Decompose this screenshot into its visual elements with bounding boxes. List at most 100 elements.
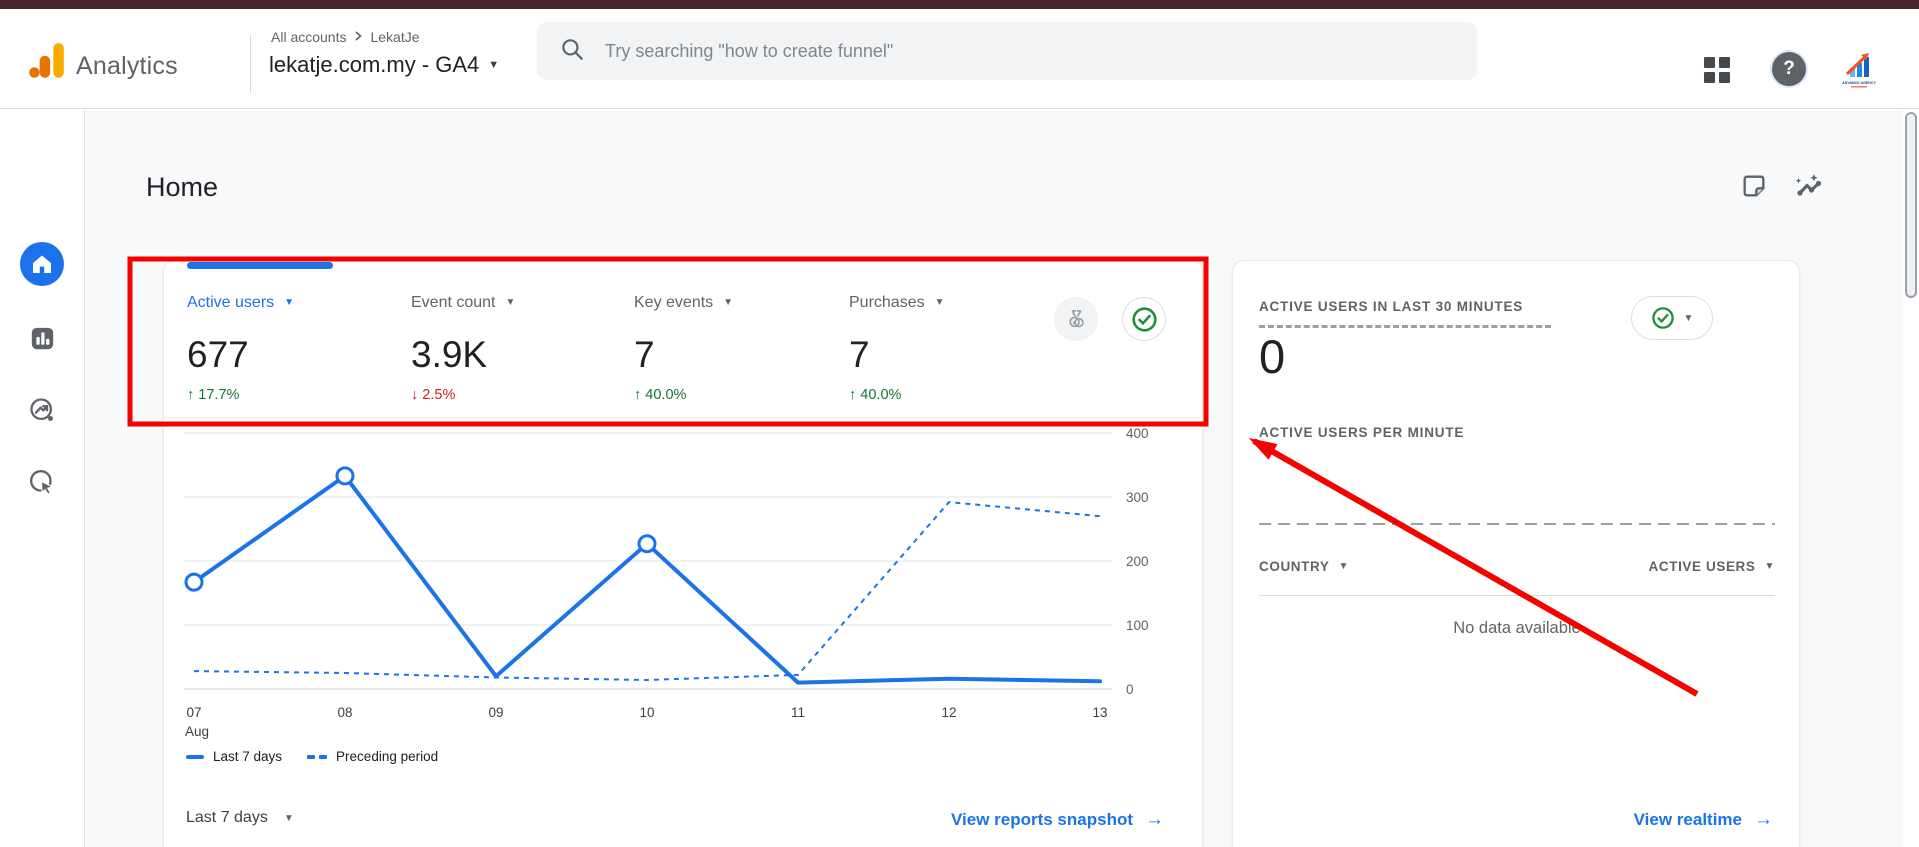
search-bar[interactable] <box>537 22 1477 80</box>
benchmark-medal-button[interactable] <box>1054 297 1098 341</box>
check-circle-icon <box>1131 306 1158 333</box>
chevron-right-icon <box>353 29 363 45</box>
realtime-empty-sparkline <box>1259 523 1775 525</box>
insights-button[interactable] <box>1792 172 1828 207</box>
sidebar-item-reports[interactable] <box>20 316 64 360</box>
property-name: lekatje.com.my - GA4 <box>269 52 479 78</box>
avatar[interactable]: ADVANCE AGENCY <box>1837 47 1881 91</box>
chevron-down-icon: ▼ <box>506 293 516 313</box>
svg-text:300: 300 <box>1126 490 1149 505</box>
breadcrumb-account[interactable]: LekatJe <box>370 29 419 45</box>
metric-label: Active users <box>187 293 274 313</box>
sidebar-item-advertising[interactable] <box>20 460 64 504</box>
chevron-down-icon: ▼ <box>488 59 499 71</box>
svg-text:100: 100 <box>1126 618 1149 633</box>
svg-text:11: 11 <box>791 705 805 720</box>
metric-value: 7 <box>634 333 733 377</box>
svg-text:10: 10 <box>639 705 654 720</box>
feedback-note-button[interactable] <box>1740 172 1768 205</box>
insights-sparkline-icon <box>1792 172 1828 202</box>
metrics-divider <box>164 417 1204 418</box>
svg-text:12: 12 <box>941 705 956 720</box>
scrollbar-thumb[interactable] <box>1905 112 1917 298</box>
realtime-title-underline <box>1259 325 1551 328</box>
arrow-up-icon: ↑ <box>849 387 856 403</box>
chevron-down-icon: ▼ <box>1765 561 1776 572</box>
svg-text:0: 0 <box>1126 682 1134 697</box>
metric-tab-key-events[interactable]: Key events ▼ 7 ↑ 40.0% <box>634 293 733 403</box>
medal-icon <box>1065 308 1088 331</box>
advertising-icon <box>28 468 56 496</box>
explore-icon <box>28 396 56 424</box>
selected-tab-indicator <box>187 262 333 269</box>
browser-top-strip <box>0 0 1919 9</box>
property-selector[interactable]: lekatje.com.my - GA4 ▼ <box>269 52 499 78</box>
metric-value: 7 <box>849 333 945 377</box>
sidebar-item-explore[interactable] <box>20 388 64 432</box>
realtime-table-header: COUNTRY ▼ ACTIVE USERS ▼ <box>1259 559 1775 574</box>
note-icon <box>1740 172 1768 200</box>
active-users-trend-chart: 010020030040007080910111213Aug <box>164 421 1204 751</box>
metric-delta: ↑ 17.7% <box>187 387 294 403</box>
sidebar-item-home[interactable] <box>20 242 64 286</box>
realtime-per-minute-label: ACTIVE USERS PER MINUTE <box>1259 425 1464 440</box>
search-input[interactable] <box>605 41 1405 62</box>
svg-text:09: 09 <box>488 705 503 720</box>
column-header-active-users[interactable]: ACTIVE USERS ▼ <box>1649 559 1775 574</box>
legend-label: Last 7 days <box>213 749 282 764</box>
svg-text:13: 13 <box>1092 705 1107 720</box>
chevron-down-icon: ▼ <box>284 293 294 313</box>
arrow-right-icon: → <box>1754 809 1773 831</box>
svg-text:Aug: Aug <box>185 724 209 739</box>
data-quality-button[interactable] <box>1122 297 1166 341</box>
realtime-active-users-value: 0 <box>1259 329 1285 384</box>
realtime-title: ACTIVE USERS IN LAST 30 MINUTES <box>1259 299 1523 314</box>
svg-text:07: 07 <box>186 705 201 720</box>
link-label: View realtime <box>1634 810 1742 830</box>
view-reports-snapshot-link[interactable]: View reports snapshot → <box>951 809 1164 831</box>
breadcrumb: All accounts LekatJe <box>271 29 420 45</box>
date-range-dropdown[interactable]: Last 7 days ▼ <box>186 809 294 827</box>
arrow-up-icon: ↑ <box>187 387 194 403</box>
avatar-logo-text: ADVANCE AGENCY <box>1842 81 1876 85</box>
header-divider <box>250 35 251 93</box>
legend-label: Preceding period <box>336 749 438 764</box>
legend-dashed-line-swatch <box>307 755 327 759</box>
chevron-down-icon: ▼ <box>723 293 733 313</box>
metric-label: Key events <box>634 293 713 313</box>
arrow-right-icon: → <box>1145 809 1164 831</box>
chevron-down-icon: ▼ <box>1338 561 1349 572</box>
analytics-logo-icon <box>26 40 68 87</box>
metric-value: 3.9K <box>411 333 515 377</box>
legend-solid-line-swatch <box>186 755 204 759</box>
realtime-card: ACTIVE USERS IN LAST 30 MINUTES ▼ 0 ACTI… <box>1232 260 1800 847</box>
metric-delta: ↓ 2.5% <box>411 387 515 403</box>
view-realtime-link[interactable]: View realtime → <box>1634 809 1773 831</box>
column-header-country[interactable]: COUNTRY ▼ <box>1259 559 1349 574</box>
realtime-status-dropdown[interactable]: ▼ <box>1631 296 1713 340</box>
brand-name: Analytics <box>76 52 178 81</box>
metric-label: Event count <box>411 293 496 313</box>
search-icon <box>559 36 585 67</box>
apps-grid-button[interactable] <box>1702 54 1732 84</box>
help-button[interactable]: ? <box>1772 52 1806 86</box>
question-icon: ? <box>1783 58 1795 80</box>
app-header: Analytics All accounts LekatJe lekatje.c… <box>0 9 1919 109</box>
metric-tab-event-count[interactable]: Event count ▼ 3.9K ↓ 2.5% <box>411 293 515 403</box>
nav-sidebar <box>0 110 85 847</box>
arrow-down-icon: ↓ <box>411 387 418 403</box>
metric-tab-purchases[interactable]: Purchases ▼ 7 ↑ 40.0% <box>849 293 945 403</box>
svg-text:400: 400 <box>1126 426 1149 441</box>
metric-tab-active-users[interactable]: Active users ▼ 677 ↑ 17.7% <box>187 293 294 403</box>
metric-delta: ↑ 40.0% <box>634 387 733 403</box>
metric-delta: ↑ 40.0% <box>849 387 945 403</box>
metric-value: 677 <box>187 333 294 377</box>
page-title: Home <box>146 172 218 203</box>
svg-text:08: 08 <box>337 705 352 720</box>
chart-legend: Last 7 days Preceding period <box>186 749 438 764</box>
chevron-down-icon: ▼ <box>935 293 945 313</box>
date-range-value: Last 7 days <box>186 809 268 827</box>
breadcrumb-all-accounts[interactable]: All accounts <box>271 29 346 45</box>
realtime-empty-message: No data available <box>1259 619 1775 638</box>
metric-label: Purchases <box>849 293 925 313</box>
